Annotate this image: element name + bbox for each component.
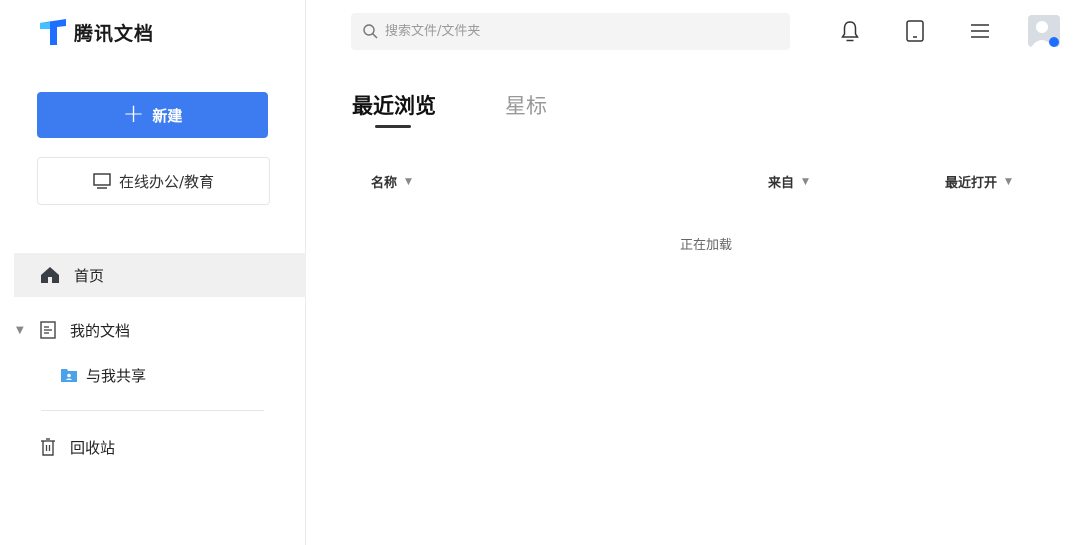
active-tab-indicator [375,125,411,128]
monitor-icon [93,173,111,189]
online-office-button[interactable]: 在线办公/教育 [37,157,270,205]
sidebar-item-trash[interactable]: 回收站 [14,425,306,469]
hamburger-menu-icon [971,24,989,38]
sidebar-item-label: 我的文档 [70,321,131,340]
tencent-docs-logo-icon [40,19,66,45]
sidebar: 腾讯文档 + 新建 在线办公/教育 首页 ▼ 我的文档 与我共享 回收站 [14,0,306,545]
new-document-button[interactable]: + 新建 [37,92,268,138]
sidebar-divider [41,410,264,411]
tablet-icon [906,20,924,42]
office-button-label: 在线办公/教育 [118,172,215,191]
sidebar-item-my-docs[interactable]: ▼ 我的文档 [14,308,306,352]
search-input[interactable] [385,24,765,39]
tab-recent[interactable]: 最近浏览 [352,90,436,120]
app-name: 腾讯文档 [74,22,155,45]
column-header-last-opened[interactable]: 最近打开 ▼ [945,172,1012,191]
shared-folder-icon [61,369,77,382]
tab-starred[interactable]: 星标 [505,90,547,120]
column-header-label: 最近打开 [945,176,998,191]
bell-icon [841,21,859,42]
user-avatar-icon [1028,15,1060,47]
search-icon [363,24,378,39]
plus-icon: + [122,98,145,129]
loading-status: 正在加载 [680,238,733,253]
sidebar-item-home[interactable]: 首页 [14,253,306,297]
sidebar-item-label: 与我共享 [86,366,147,385]
home-icon [41,267,59,283]
app-logo[interactable]: 腾讯文档 [38,16,154,48]
sort-dropdown-icon: ▼ [405,176,412,187]
column-header-label: 名称 [371,176,398,191]
new-button-label: 新建 [152,106,183,125]
column-header-name[interactable]: 名称 ▼ [371,172,412,191]
left-gutter [0,0,14,545]
document-icon [40,321,56,339]
mobile-app-button[interactable] [902,18,928,44]
app-root: 腾讯文档 + 新建 在线办公/教育 首页 ▼ 我的文档 与我共享 回收站 搜索文… [0,0,1080,545]
sidebar-item-label: 首页 [74,266,105,285]
user-avatar[interactable] [1028,15,1060,47]
trash-icon [41,438,55,456]
sort-dropdown-icon: ▼ [802,176,809,187]
notifications-button[interactable] [837,18,863,44]
main-menu-button[interactable] [967,18,993,44]
sidebar-item-label: 回收站 [70,438,116,457]
sidebar-item-shared[interactable]: 与我共享 [14,353,306,397]
column-header-label: 来自 [768,176,795,191]
sort-dropdown-icon: ▼ [1005,176,1012,187]
column-header-from[interactable]: 来自 ▼ [768,172,809,191]
expand-caret-icon[interactable]: ▼ [16,325,24,336]
search-bar[interactable] [351,13,790,50]
